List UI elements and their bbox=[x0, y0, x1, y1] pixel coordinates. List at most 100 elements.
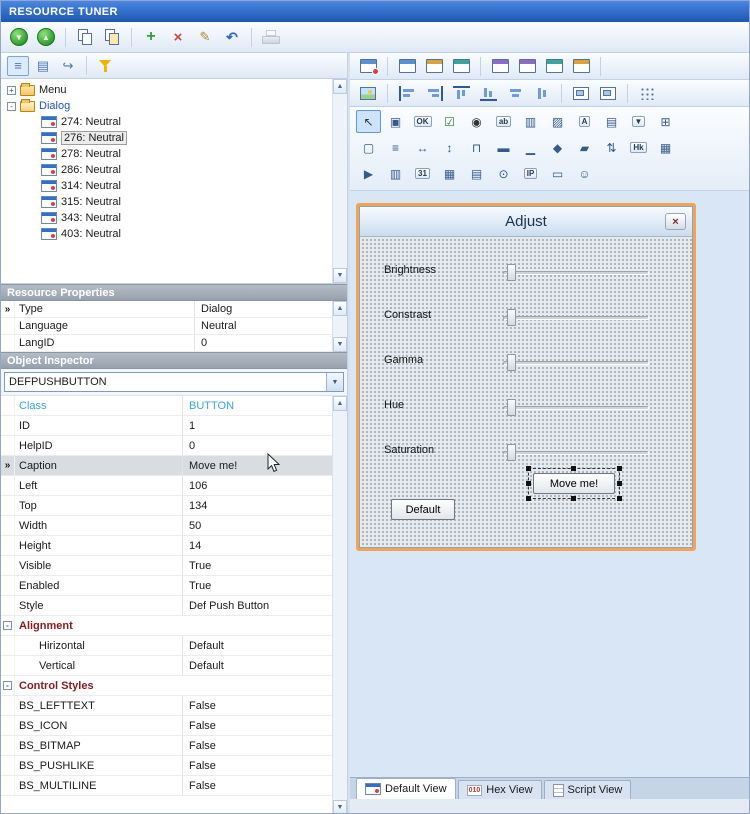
test-dialog-button[interactable] bbox=[356, 54, 380, 78]
property-value[interactable]: False bbox=[183, 700, 332, 712]
update-resource-button[interactable]: ▲ bbox=[34, 25, 58, 49]
prop-row-bs-icon[interactable]: BS_ICON False bbox=[1, 716, 347, 736]
property-value[interactable]: False bbox=[183, 720, 332, 732]
prop-row-top[interactable]: Top 134 bbox=[1, 496, 347, 516]
prop-row-hirizontal[interactable]: Hirizontal Default bbox=[1, 636, 347, 656]
slider-thumb[interactable] bbox=[507, 354, 516, 371]
scroll-down-icon[interactable]: ▼ bbox=[333, 268, 347, 283]
align-top-edges-button[interactable] bbox=[449, 81, 473, 105]
tab-default-view[interactable]: Default View bbox=[356, 778, 456, 799]
slider[interactable] bbox=[503, 406, 649, 410]
palette-hotkey[interactable]: Hk bbox=[626, 136, 651, 159]
property-value[interactable]: 50 bbox=[183, 520, 332, 532]
tree-item-resource[interactable]: 343: Neutral bbox=[5, 210, 305, 226]
designer-surface[interactable]: Adjust × Brightness Constrast bbox=[350, 191, 749, 777]
property-row-langid[interactable]: LangID 0 bbox=[1, 335, 347, 352]
palette-tab-control[interactable]: ⊓ bbox=[464, 136, 489, 159]
palette-header[interactable]: ▥ bbox=[383, 162, 408, 185]
tree-item-menu[interactable]: + Menu bbox=[5, 82, 305, 98]
prop-row-style[interactable]: Style Def Push Button bbox=[1, 596, 347, 616]
page-view-button[interactable] bbox=[542, 54, 566, 78]
tree-item-resource[interactable]: 315: Neutral bbox=[5, 194, 305, 210]
tree-scrollbar[interactable]: ▲ ▼ bbox=[332, 79, 347, 283]
property-value[interactable]: Dialog bbox=[195, 303, 332, 315]
slider-thumb[interactable] bbox=[507, 399, 516, 416]
tree-item-resource[interactable]: 278: Neutral bbox=[5, 146, 305, 162]
slider[interactable] bbox=[503, 361, 649, 365]
tree-view-button[interactable]: ≡ bbox=[7, 56, 29, 76]
show-picture-button[interactable] bbox=[356, 81, 380, 105]
tab-hex-view[interactable]: 010 Hex View bbox=[458, 780, 542, 799]
property-value[interactable]: True bbox=[183, 560, 332, 572]
add-resource-button[interactable]: + bbox=[139, 25, 163, 49]
property-value[interactable]: 14 bbox=[183, 540, 332, 552]
align-left-edges-button[interactable] bbox=[395, 81, 419, 105]
palette-pointer[interactable]: ↖ bbox=[356, 110, 381, 133]
resize-handle[interactable] bbox=[617, 481, 622, 486]
property-value[interactable]: True bbox=[183, 580, 332, 592]
close-icon[interactable]: × bbox=[665, 213, 686, 230]
palette-h-scrollbar[interactable]: ↔ bbox=[410, 136, 435, 159]
prop-section-control-styles[interactable]: - Control Styles bbox=[1, 676, 347, 696]
preview-dialog-body[interactable]: Brightness Constrast Gamma bbox=[360, 237, 692, 547]
palette-calendar[interactable]: 31 bbox=[410, 162, 435, 185]
titlebar[interactable]: RESOURCE TUNER bbox=[1, 1, 749, 22]
palette-progress-bar[interactable]: ▰ bbox=[572, 136, 597, 159]
tree-item-resource[interactable]: 314: Neutral bbox=[5, 178, 305, 194]
center-vertical-button[interactable] bbox=[530, 81, 554, 105]
static-label[interactable]: Hue bbox=[384, 399, 404, 411]
copy-button[interactable] bbox=[73, 25, 97, 49]
property-value[interactable]: False bbox=[183, 760, 332, 772]
palette-syslink[interactable]: ⊙ bbox=[491, 162, 516, 185]
prop-row-vertical[interactable]: Vertical Default bbox=[1, 656, 347, 676]
palette-toolbar[interactable]: ▬ bbox=[491, 136, 516, 159]
palette-status-bar[interactable]: ▁ bbox=[518, 136, 543, 159]
center-horizontal-button[interactable] bbox=[503, 81, 527, 105]
property-value[interactable]: Move me! bbox=[183, 460, 332, 472]
prop-row-bs-multiline[interactable]: BS_MULTILINE False bbox=[1, 776, 347, 796]
scroll-down-icon[interactable]: ▼ bbox=[333, 337, 347, 352]
property-value[interactable]: Default bbox=[183, 640, 332, 652]
prop-row-id[interactable]: ID 1 bbox=[1, 416, 347, 436]
property-row-type[interactable]: » Type Dialog bbox=[1, 301, 347, 318]
selected-control-wrapper[interactable]: Move me! bbox=[528, 468, 620, 499]
same-height-button[interactable] bbox=[596, 81, 620, 105]
window-style-button[interactable] bbox=[422, 54, 446, 78]
property-row-language[interactable]: Language Neutral bbox=[1, 318, 347, 335]
resize-handle[interactable] bbox=[571, 466, 576, 471]
dropdown-arrow-icon[interactable]: ▼ bbox=[326, 373, 343, 391]
scroll-up-icon[interactable]: ▲ bbox=[333, 396, 347, 411]
palette-static-text[interactable]: A bbox=[572, 110, 597, 133]
prop-row-enabled[interactable]: Enabled True bbox=[1, 576, 347, 596]
scroll-up-icon[interactable]: ▲ bbox=[333, 301, 347, 316]
palette-combobox[interactable]: ▼ bbox=[626, 110, 651, 133]
resource-properties-scrollbar[interactable]: ▲ ▼ bbox=[332, 301, 347, 352]
filter-button[interactable] bbox=[94, 56, 116, 76]
static-label[interactable]: Brightness bbox=[384, 264, 436, 276]
palette-list-view[interactable]: ▦ bbox=[653, 136, 678, 159]
show-memo-button[interactable] bbox=[449, 54, 473, 78]
palette-slider[interactable]: ◆ bbox=[545, 136, 570, 159]
palette-user-control[interactable]: ☺ bbox=[572, 162, 597, 185]
property-value[interactable]: Neutral bbox=[195, 320, 332, 332]
resize-handle[interactable] bbox=[617, 496, 622, 501]
dialog-selection-frame[interactable]: Adjust × Brightness Constrast bbox=[356, 203, 696, 551]
property-value[interactable]: False bbox=[183, 780, 332, 792]
property-value[interactable]: Default bbox=[183, 660, 332, 672]
form-view-button[interactable] bbox=[569, 54, 593, 78]
property-value[interactable]: 0 bbox=[195, 337, 332, 349]
property-value[interactable]: 134 bbox=[183, 500, 332, 512]
delete-resource-button[interactable]: × bbox=[166, 25, 190, 49]
prop-section-alignment[interactable]: - Alignment bbox=[1, 616, 347, 636]
prop-row-height[interactable]: Height 14 bbox=[1, 536, 347, 556]
snap-grid-button[interactable] bbox=[635, 81, 659, 105]
inspector-scrollbar[interactable]: ▲ ▼ bbox=[332, 396, 347, 814]
undo-button[interactable]: ↶ bbox=[220, 25, 244, 49]
export-button[interactable]: ↪ bbox=[57, 56, 79, 76]
details-view-button[interactable]: ▤ bbox=[32, 56, 54, 76]
edit-resource-button[interactable]: ✎ bbox=[193, 25, 217, 49]
palette-listbox[interactable]: ▤ bbox=[599, 110, 624, 133]
palette-tree-view[interactable]: ≡ bbox=[383, 136, 408, 159]
palette-rich-edit[interactable]: ▤ bbox=[464, 162, 489, 185]
palette-checkbox[interactable]: ☑ bbox=[437, 110, 462, 133]
